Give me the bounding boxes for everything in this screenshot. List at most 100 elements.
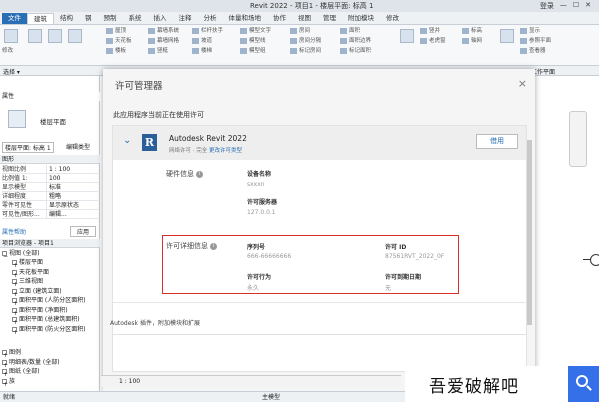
tab-architecture[interactable]: 建筑 (27, 13, 54, 24)
login-link[interactable]: 登录 (540, 1, 554, 11)
tag-area-button[interactable]: 标记面积 (340, 47, 371, 56)
window-icon[interactable] (68, 29, 82, 43)
ribbon-tabs: 文件 建筑 结构 钢 预制 系统 插入 注释 分析 体量和场地 协作 视图 管理… (0, 12, 599, 25)
set-work-plane-icon[interactable] (500, 29, 514, 43)
prop-row[interactable]: 视图比例 1 : 100 (2, 165, 98, 174)
tab-collaborate[interactable]: 协作 (267, 13, 292, 24)
prop-row[interactable]: 详细程度 粗略 (2, 192, 98, 201)
curtain-system-button[interactable]: 幕墙系统 (148, 27, 179, 36)
show-button[interactable]: 显示 (520, 27, 540, 36)
tab-systems[interactable]: 系统 (123, 13, 148, 24)
model-text-button[interactable]: 模型文字 (240, 27, 271, 36)
tag-room-button[interactable]: 标记房间 (290, 47, 321, 56)
tab-file[interactable]: 文件 (2, 13, 27, 24)
close-window-icon[interactable]: ✕ (585, 1, 591, 11)
curtain-grid-button[interactable]: 幕墙网格 (148, 37, 179, 46)
navigation-bar[interactable] (569, 111, 587, 167)
tree-item[interactable]: +族 (0, 377, 100, 387)
stair-button[interactable]: 楼梯 (192, 47, 212, 56)
tab-addins[interactable]: 附加模块 (342, 13, 380, 24)
dialog-scrollbar[interactable] (527, 140, 532, 325)
select-dropdown[interactable]: 选择 ▾ (3, 67, 20, 76)
floor-button[interactable]: 楼板 (106, 47, 126, 56)
tree-item[interactable]: +楼层平面 (0, 258, 100, 268)
mullion-button[interactable]: 竖梃 (148, 47, 168, 56)
modify-icon[interactable] (4, 29, 18, 43)
ceiling-button[interactable]: 天花板 (106, 37, 132, 46)
view-scale[interactable]: 1 : 100 (119, 378, 140, 385)
edit-type-button[interactable]: 编辑类型 (66, 142, 90, 151)
tab-structure[interactable]: 结构 (54, 13, 79, 24)
elevation-marker-icon[interactable] (590, 254, 599, 266)
license-expiry-value: 无 (385, 285, 392, 292)
info-icon[interactable]: i (210, 242, 217, 250)
tree-item[interactable]: +面积平面 (总建筑面积) (0, 315, 100, 325)
door-icon[interactable] (48, 29, 62, 43)
railing-button[interactable]: 栏杆扶手 (192, 27, 223, 36)
close-icon[interactable]: × (518, 77, 527, 90)
license-behavior-value: 永久 (247, 285, 260, 292)
prop-row[interactable]: 零件可见性 显示原状态 (2, 201, 98, 210)
license-id-label: 许可 ID (385, 244, 407, 251)
model-group-button[interactable]: 模型组 (240, 47, 266, 56)
watermark: 吾爱破解吧 (405, 366, 599, 402)
license-id-value: 87561RVT_2022_0F (385, 253, 445, 260)
change-license-type-link[interactable]: 更改许可类型 (209, 148, 242, 154)
serial-number-value: 666-66666666 (247, 253, 292, 260)
prop-row[interactable]: 比例值 1: 100 (2, 174, 98, 183)
tab-precast[interactable]: 预制 (98, 13, 123, 24)
maximize-icon[interactable]: ☐ (573, 1, 579, 11)
tab-modify[interactable]: 修改 (380, 13, 405, 24)
floor-plan-type-icon (8, 110, 26, 128)
ref-plane-button[interactable]: 参照平面 (520, 37, 551, 46)
model-line-button[interactable]: 模型线 (240, 37, 266, 46)
tab-annotate[interactable]: 注释 (173, 13, 198, 24)
license-manager-dialog: 许可管理器 × 此应用程序当前正在使用许可 ⌄ R Autodesk Revit… (103, 69, 535, 391)
license-behavior-label: 许可行为 (247, 274, 272, 281)
area-boundary-button[interactable]: 面积边界 (340, 37, 371, 46)
info-icon[interactable]: i (196, 170, 203, 178)
modify-button[interactable]: 修改 (2, 47, 13, 56)
room-separator-button[interactable]: 房间分隔 (290, 37, 321, 46)
by-face-icon[interactable] (400, 29, 414, 43)
chevron-down-icon[interactable]: ⌄ (123, 135, 131, 146)
divider (113, 302, 526, 303)
prop-row[interactable]: 可见性/图形... 编辑... (2, 210, 98, 219)
properties-header: 属性 (0, 92, 100, 101)
view-selector[interactable]: 楼层平面: 标高 1 (2, 142, 54, 153)
tab-massing[interactable]: 体量和场地 (223, 13, 268, 24)
active-model[interactable]: 主模型 (262, 392, 280, 403)
tree-item[interactable]: +图例 (0, 348, 100, 358)
roof-button[interactable]: 屋顶 (106, 27, 126, 36)
viewer-button[interactable]: 查看器 (520, 47, 546, 56)
tab-insert[interactable]: 插入 (148, 13, 173, 24)
tab-manage[interactable]: 管理 (317, 13, 342, 24)
level-button[interactable]: 标高 (462, 27, 482, 36)
tree-item[interactable]: +面积平面 (防火分区面积) (0, 325, 100, 335)
ramp-button[interactable]: 坡道 (192, 37, 212, 46)
tree-item[interactable]: +面积平面 (人防分区面积) (0, 296, 100, 306)
tree-item[interactable]: +图纸 (全部) (0, 367, 100, 377)
serial-number-label: 序列号 (247, 244, 266, 251)
room-button[interactable]: 房间 (290, 27, 310, 36)
prop-row[interactable]: 显示模型 标准 (2, 183, 98, 192)
tab-view[interactable]: 视图 (292, 13, 317, 24)
tab-analyze[interactable]: 分析 (198, 13, 223, 24)
dormer-button[interactable]: 老虎窗 (420, 37, 446, 46)
license-expiry-label: 许可到期日期 (385, 274, 422, 281)
tab-steel[interactable]: 钢 (79, 13, 98, 24)
minimize-icon[interactable]: — (560, 1, 567, 11)
device-name-value: sxxxn (247, 181, 265, 188)
device-name-label: 设备名称 (247, 171, 272, 178)
shaft-button[interactable]: 竖井 (420, 27, 440, 36)
area-button[interactable]: 面积 (340, 27, 360, 36)
graphics-group[interactable]: 图形 (0, 155, 100, 164)
apply-button[interactable]: 应用 (70, 226, 97, 237)
properties-help-link[interactable]: 属性帮助 (2, 227, 26, 236)
window-title: Revit 2022 - 项目1 - 楼层平面: 标高 1 (250, 2, 374, 10)
grid-button[interactable]: 轴网 (462, 37, 482, 46)
dialog-subtitle: 此应用程序当前正在使用许可 (113, 111, 204, 119)
borrow-button[interactable]: 借用 (476, 134, 518, 149)
tree-item[interactable]: +三维视图 (0, 277, 100, 287)
wall-icon[interactable] (28, 29, 42, 43)
